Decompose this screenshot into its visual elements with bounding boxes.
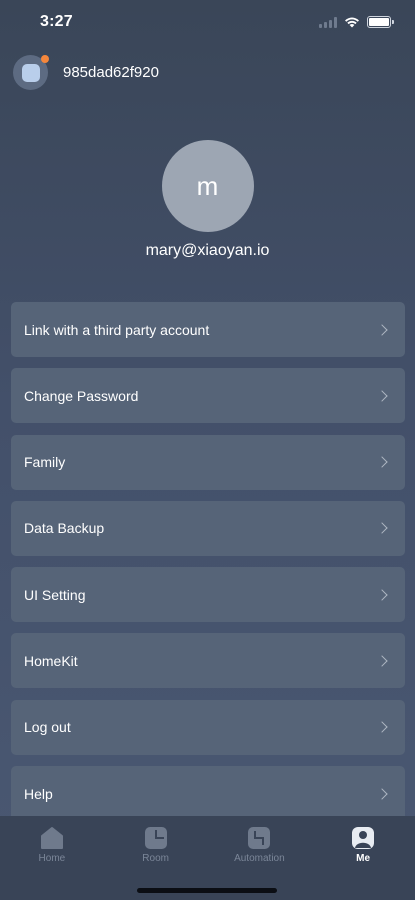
chevron-right-icon: [376, 522, 388, 535]
me-icon: [351, 826, 375, 850]
status-icons: [319, 16, 394, 28]
avatar-initial: m: [196, 170, 219, 201]
chevron-right-icon: [376, 456, 388, 468]
battery-icon: [367, 16, 394, 28]
tab-me[interactable]: Me: [318, 826, 408, 900]
status-time: 3:27: [40, 13, 73, 30]
menu-item-label: Change Password: [24, 387, 139, 404]
chevron-right-icon: [376, 787, 388, 800]
menu-item-data-backup[interactable]: Data Backup: [11, 500, 405, 556]
tab-label: Automation: [234, 853, 285, 864]
menu-item-ui-setting[interactable]: UI Setting: [11, 567, 405, 623]
home-icon: [40, 826, 64, 850]
avatar[interactable]: m: [161, 140, 254, 232]
menu-item-log-out[interactable]: Log out: [11, 699, 405, 755]
home-indicator: [137, 888, 277, 893]
profile-section: m mary@xiaoyan.io: [0, 140, 415, 260]
automation-icon: [247, 826, 271, 850]
tab-label: Me: [356, 853, 371, 864]
room-icon: [144, 826, 168, 850]
menu-item-label: Link with a third party account: [24, 321, 210, 338]
notification-dot: [41, 55, 49, 63]
menu-item-homekit[interactable]: HomeKit: [11, 633, 405, 689]
menu-item-link-third-party[interactable]: Link with a third party account: [11, 302, 405, 357]
chevron-right-icon: [376, 721, 388, 733]
menu-item-change-password[interactable]: Change Password: [11, 368, 405, 424]
menu-item-label: Data Backup: [24, 520, 105, 537]
tab-label: Home: [38, 853, 66, 864]
wifi-icon: [345, 17, 359, 28]
signal-icon: [319, 16, 337, 28]
chevron-right-icon: [376, 390, 388, 402]
tab-label: Room: [142, 853, 169, 864]
device-avatar[interactable]: [13, 55, 49, 90]
chevron-right-icon: [376, 323, 388, 336]
device-selector[interactable]: 985dad62f920: [13, 55, 159, 90]
chevron-right-icon: [376, 589, 388, 601]
menu-item-label: HomeKit: [24, 652, 78, 669]
device-name[interactable]: 985dad62f920: [63, 64, 159, 81]
menu-item-label: Help: [24, 785, 53, 802]
device-icon: [21, 63, 40, 82]
profile-email: mary@xiaoyan.io: [145, 242, 270, 259]
chevron-right-icon: [376, 655, 388, 667]
status-bar: 3:27: [0, 0, 415, 44]
menu-item-label: Family: [24, 454, 66, 471]
menu-item-help[interactable]: Help: [11, 766, 405, 822]
menu-item-label: Log out: [24, 719, 71, 736]
settings-menu: Link with a third party account Change P…: [11, 302, 405, 832]
menu-item-family[interactable]: Family: [11, 434, 405, 490]
tab-home[interactable]: Home: [7, 826, 97, 900]
menu-item-label: UI Setting: [24, 586, 86, 603]
